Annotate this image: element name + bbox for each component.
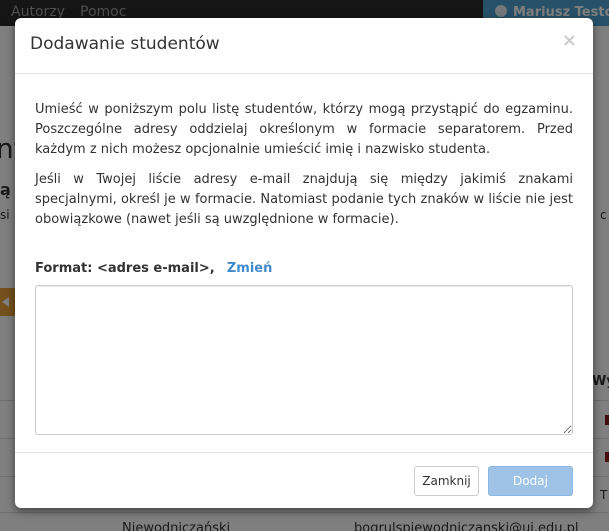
change-format-link[interactable]: Zmień — [227, 261, 273, 276]
instructions-paragraph: Umieść w poniższym polu listę studentów,… — [35, 102, 573, 157]
format-info-paragraph: Jeśli w Twojej liście adresy e-mail znaj… — [35, 172, 573, 227]
student-list-textarea[interactable] — [35, 285, 573, 435]
close-button[interactable]: Zamknij — [414, 466, 479, 496]
format-row: Format: <adres e-mail>, Zmień — [35, 261, 272, 276]
add-button[interactable]: Dodaj — [488, 466, 573, 496]
modal-footer: Zamknij Dodaj — [15, 452, 593, 508]
modal-title: Dodawanie studentów — [30, 34, 220, 54]
add-students-modal: Dodawanie studentów × Umieść w poniższym… — [15, 18, 593, 508]
format-label: Format: <adres e-mail>, — [35, 261, 215, 276]
modal-body: Umieść w poniższym polu listę studentów,… — [35, 100, 573, 240]
modal-header: Dodawanie studentów × — [15, 18, 593, 74]
close-icon[interactable]: × — [562, 32, 577, 50]
